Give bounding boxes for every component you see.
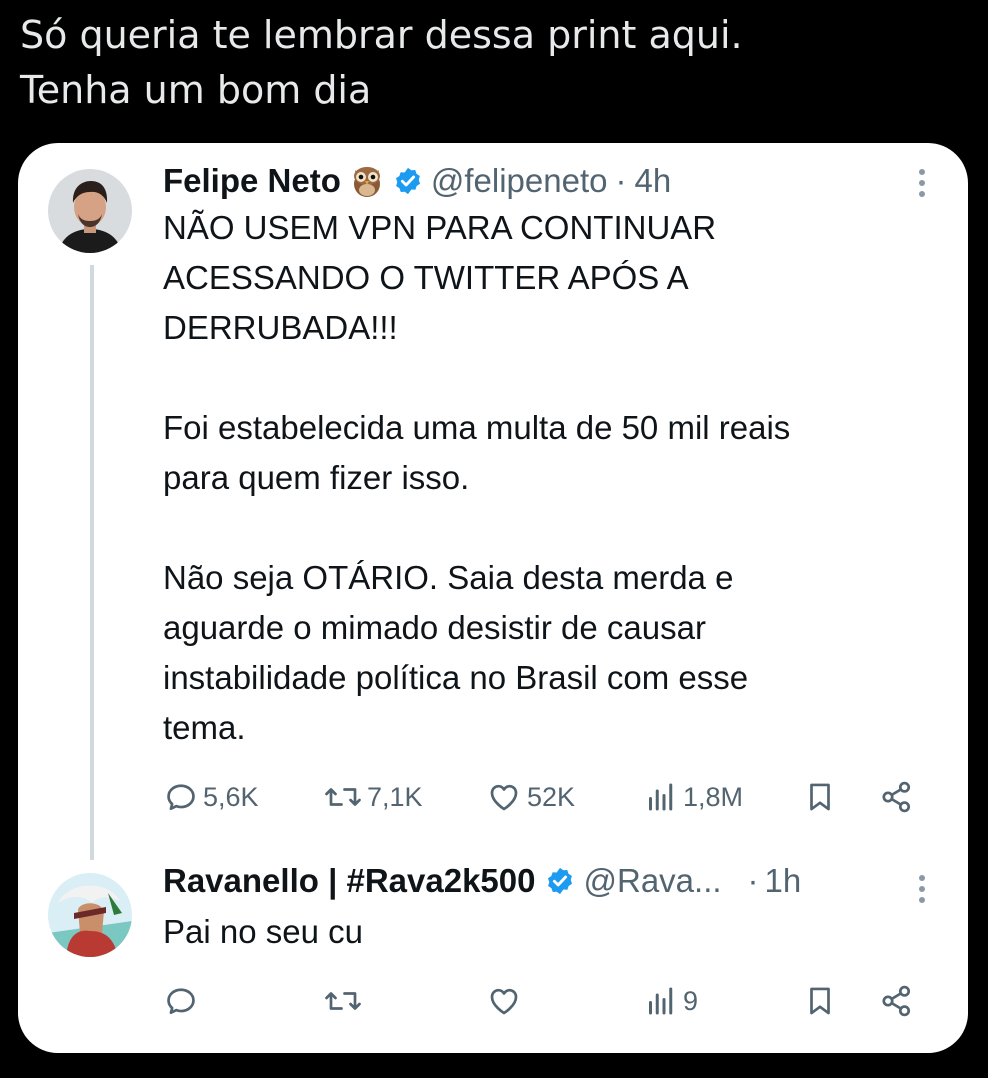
reply-count: 5,6K — [203, 781, 259, 812]
share-icon — [882, 781, 911, 813]
tweet1-handle[interactable]: @felipeneto — [431, 162, 608, 200]
caption-line-2: Tenha um bom dia — [20, 68, 372, 112]
bookmark-button[interactable] — [803, 777, 837, 817]
bookmark-button[interactable] — [803, 981, 837, 1021]
like-button[interactable]: 52K — [485, 777, 575, 817]
reply-button[interactable] — [163, 981, 199, 1021]
caption-line-1: Só queria te lembrar dessa print aqui. — [20, 13, 743, 57]
tweet-screenshot-card: Felipe Neto @felipeneto · 4h NÃO USEM VP… — [18, 143, 968, 1053]
retweet-count: 7,1K — [367, 781, 423, 812]
retweet-button[interactable]: 7,1K — [323, 777, 423, 817]
share-button[interactable] — [879, 981, 915, 1021]
views-icon — [649, 783, 673, 811]
views-count: 1,8M — [683, 781, 744, 812]
tweet2-text: Pai no seu cu — [163, 913, 363, 950]
views-button[interactable]: 9 — [643, 981, 698, 1021]
like-count: 52K — [527, 781, 576, 812]
share-button[interactable] — [879, 777, 915, 817]
reply-icon — [167, 988, 195, 1015]
like-button[interactable] — [485, 981, 523, 1021]
bookmark-icon — [810, 783, 830, 811]
tweet1-separator: · — [615, 162, 627, 199]
avatar-ravanello[interactable] — [48, 873, 132, 957]
reply-button[interactable]: 5,6K — [163, 777, 259, 817]
verified-badge-icon — [393, 166, 423, 196]
tweet2-timestamp[interactable]: 1h — [765, 862, 802, 900]
avatar-felipe-neto[interactable] — [48, 169, 132, 253]
verified-badge-icon — [545, 866, 575, 896]
caption: Só queria te lembrar dessa print aqui. T… — [20, 8, 960, 118]
retweet-icon — [325, 992, 361, 1010]
retweet-icon — [325, 788, 361, 806]
tweet1-text: NÃO USEM VPN PARA CONTINUAR ACESSANDO O … — [163, 209, 791, 746]
retweet-button[interactable] — [323, 981, 363, 1021]
reply-icon — [167, 784, 195, 811]
tweet2-more-icon[interactable] — [916, 871, 928, 907]
owl-emoji-icon — [351, 164, 383, 198]
views-count: 9 — [683, 985, 699, 1016]
like-icon — [490, 988, 518, 1015]
tweet1-header: Felipe Neto @felipeneto · 4h — [163, 161, 671, 201]
tweet2-separator: · — [747, 862, 759, 899]
share-icon — [882, 985, 911, 1017]
like-icon — [490, 784, 518, 811]
tweet1-more-icon[interactable] — [916, 165, 928, 201]
tweet2-handle[interactable]: @Rava... — [583, 862, 721, 900]
bookmark-icon — [810, 987, 830, 1015]
thread-line — [90, 265, 94, 860]
views-button[interactable]: 1,8M — [643, 777, 743, 817]
tweet1-timestamp[interactable]: 4h — [634, 162, 671, 200]
tweet2-actions: 9 — [163, 981, 923, 1021]
views-icon — [649, 987, 673, 1015]
tweet1-actions: 5,6K 7,1K 52K 1,8M — [163, 777, 923, 817]
tweet2-author-name[interactable]: Ravanello | #Rava2k500 — [163, 862, 535, 900]
tweet2-header: Ravanello | #Rava2k500 @Rava... · 1h — [163, 861, 801, 901]
tweet1-author-name[interactable]: Felipe Neto — [163, 162, 341, 200]
